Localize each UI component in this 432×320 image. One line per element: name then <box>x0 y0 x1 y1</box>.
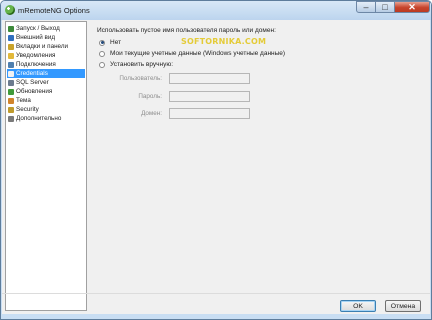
sidebar-item-security[interactable]: Security <box>7 105 85 114</box>
cancel-button[interactable]: Отмена <box>385 300 421 312</box>
close-icon: ✕ <box>408 1 416 12</box>
appearance-icon <box>8 34 14 41</box>
advanced-icon <box>8 115 14 122</box>
radio-custom[interactable]: Установить вручную: <box>99 60 173 69</box>
minimize-button[interactable]: – <box>356 1 376 13</box>
radio-button[interactable] <box>99 61 105 68</box>
options-sidebar: Запуск / Выход Внешний вид Вкладки и пан… <box>5 21 87 311</box>
radio-checked-dot <box>100 41 104 44</box>
sidebar-item-credentials[interactable]: Credentials <box>7 69 85 78</box>
radio-none[interactable]: Нет <box>99 38 121 47</box>
close-button[interactable]: ✕ <box>394 1 430 13</box>
maximize-icon: □ <box>382 2 388 12</box>
username-label: Пользователь: <box>119 75 162 82</box>
sidebar-item-label: Подключения <box>16 61 56 68</box>
tabs-icon <box>8 43 14 50</box>
mremoteng-app-icon <box>5 5 15 15</box>
security-icon <box>8 106 14 113</box>
startup-icon <box>8 25 14 32</box>
sidebar-item-label: Тема <box>16 97 31 104</box>
theme-icon <box>8 97 14 104</box>
sidebar-item-label: SQL Server <box>16 79 49 86</box>
radio-windows-credentials[interactable]: Мои текущие учетные данные (Windows учет… <box>99 49 285 58</box>
radio-button[interactable] <box>99 39 105 46</box>
window-title: mRemoteNG Options <box>18 6 90 15</box>
sidebar-item-appearance[interactable]: Внешний вид <box>7 33 85 42</box>
password-label: Пароль: <box>138 93 162 100</box>
sidebar-item-sql-server[interactable]: SQL Server <box>7 78 85 87</box>
sidebar-item-label: Внешний вид <box>16 34 56 41</box>
sidebar-item-startup[interactable]: Запуск / Выход <box>7 24 85 33</box>
database-icon <box>8 79 14 86</box>
password-field[interactable] <box>169 91 250 102</box>
credentials-heading: Использовать пустое имя пользователя пар… <box>97 27 276 34</box>
sidebar-item-label: Credentials <box>16 70 48 77</box>
dialog-body: Запуск / Выход Внешний вид Вкладки и пан… <box>2 20 430 314</box>
radio-button[interactable] <box>99 50 105 57</box>
sidebar-item-theme[interactable]: Тема <box>7 96 85 105</box>
sidebar-item-label: Уведомления <box>16 52 56 59</box>
notifications-icon <box>8 52 14 59</box>
watermark: SOFTORNIKA.COM <box>181 37 267 46</box>
maximize-button[interactable]: □ <box>375 1 395 13</box>
footer-divider <box>2 293 430 294</box>
credentials-icon <box>8 70 14 77</box>
updates-icon <box>8 88 14 95</box>
sidebar-item-updates[interactable]: Обновления <box>7 87 85 96</box>
ok-button[interactable]: OK <box>340 300 376 312</box>
sidebar-item-label: Security <box>16 106 39 113</box>
sidebar-item-advanced[interactable]: Дополнительно <box>7 114 85 123</box>
minimize-icon: – <box>363 2 369 12</box>
window-bottom-frame <box>2 314 430 319</box>
radio-label: Нет <box>110 39 122 46</box>
radio-label: Установить вручную: <box>110 61 174 68</box>
radio-label: Мои текущие учетные данные (Windows учет… <box>110 50 286 57</box>
title-bar[interactable]: mRemoteNG Options – □ ✕ <box>1 1 431 20</box>
sidebar-item-notifications[interactable]: Уведомления <box>7 51 85 60</box>
sidebar-item-connections[interactable]: Подключения <box>7 60 85 69</box>
options-window: mRemoteNG Options – □ ✕ Запуск / Выход В… <box>0 0 432 320</box>
domain-field[interactable] <box>169 108 250 119</box>
domain-label: Домен: <box>141 110 162 117</box>
sidebar-item-label: Обновления <box>16 88 53 95</box>
sidebar-item-label: Вкладки и панели <box>16 43 69 50</box>
sidebar-item-label: Дополнительно <box>16 115 62 122</box>
sidebar-item-tabs[interactable]: Вкладки и панели <box>7 42 85 51</box>
sidebar-item-label: Запуск / Выход <box>16 25 60 32</box>
username-field[interactable] <box>169 73 250 84</box>
connections-icon <box>8 61 14 68</box>
